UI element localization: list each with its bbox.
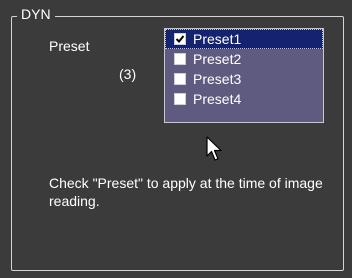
checkbox-preset4[interactable] (174, 93, 186, 105)
list-item-preset3[interactable]: Preset3 (165, 69, 323, 89)
mouse-pointer-icon (206, 136, 222, 161)
preset-count: (3) (119, 66, 137, 82)
checkbox-preset1[interactable] (174, 33, 186, 45)
list-item-label: Preset4 (193, 91, 242, 107)
list-item-label: Preset1 (193, 31, 242, 47)
checkbox-preset3[interactable] (174, 73, 186, 85)
checkbox-preset2[interactable] (174, 53, 186, 65)
groupbox-title: DYN (17, 6, 55, 22)
list-item-preset4[interactable]: Preset4 (165, 89, 323, 109)
list-item-preset2[interactable]: Preset2 (165, 49, 323, 69)
checkmark-icon (175, 35, 185, 43)
preset-checked-listbox[interactable]: Preset1 Preset2 Preset3 Preset4 (164, 28, 324, 123)
list-item-label: Preset3 (193, 71, 242, 87)
list-item-label: Preset2 (193, 51, 242, 67)
list-item-preset1[interactable]: Preset1 (165, 29, 323, 49)
preset-label: Preset (49, 38, 90, 54)
hint-text: Check "Preset" to apply at the time of i… (49, 175, 323, 209)
